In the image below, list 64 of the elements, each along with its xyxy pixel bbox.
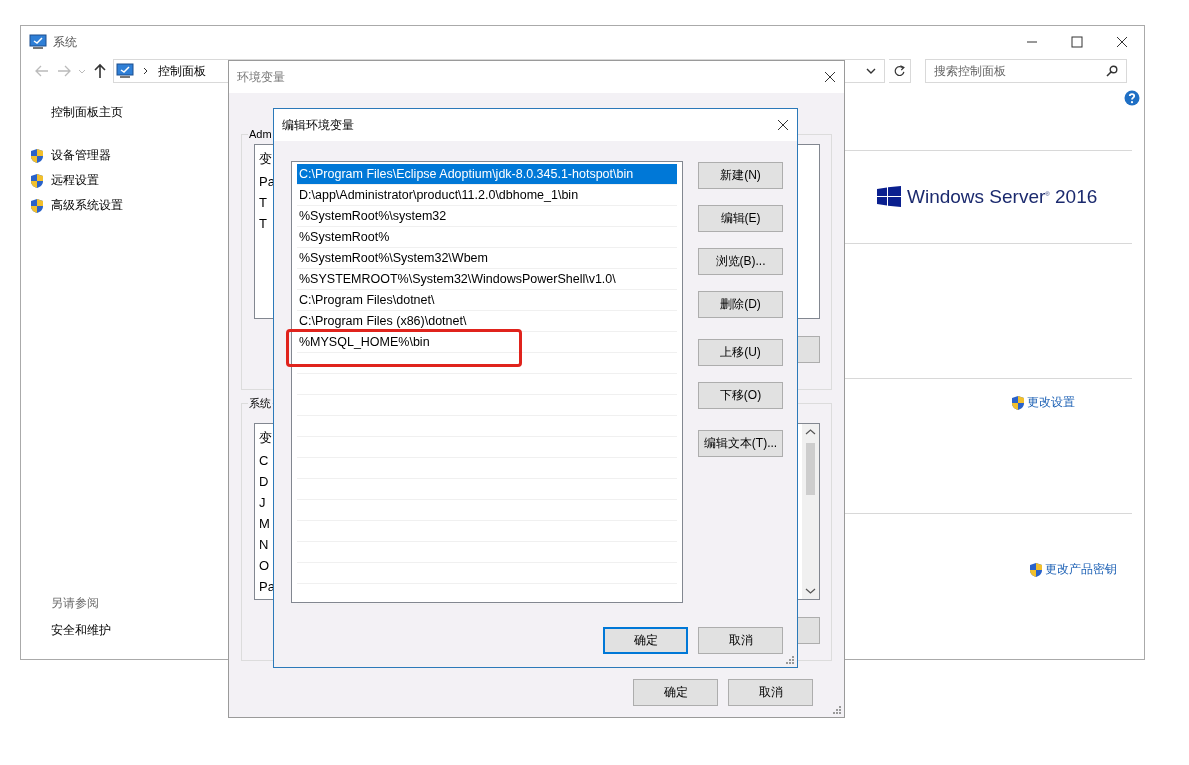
path-entry[interactable]: D:\app\Administrator\product\11.2.0\dbhome_1\bin [297,185,581,205]
search-field[interactable]: 搜索控制面板 [925,59,1127,83]
group-label: 系统 [248,396,272,411]
list-item[interactable]: O [259,555,270,576]
path-entry[interactable]: C:\Program Files (x86)\dotnet\ [297,311,469,331]
side-button[interactable]: 编辑文本(T)... [698,430,783,457]
side-button[interactable]: 删除(D) [698,291,783,318]
monitor-icon [116,63,134,79]
change-settings-link[interactable]: 更改设置 [1010,394,1075,411]
dropdown-icon[interactable] [866,67,876,75]
edition-name: Windows Server$^{®}$ 2016 [907,186,1098,208]
group-label: Adm [248,128,273,140]
shield-icon [29,197,45,214]
side-button[interactable]: 下移(O) [698,382,783,409]
sidebar-link[interactable]: 安全和维护 [51,622,111,639]
list-item[interactable]: J [259,492,266,513]
window-title: 系统 [53,33,77,51]
shield-icon [29,172,45,189]
monitor-icon [29,34,47,50]
close-icon[interactable] [824,71,836,83]
dialog-button[interactable]: 确定 [603,627,688,654]
list-item[interactable]: D [259,471,269,492]
path-entry[interactable]: %SystemRoot%\system32 [297,206,449,226]
shield-icon [29,147,45,164]
shield-icon [1010,394,1026,411]
side-button[interactable]: 上移(U) [698,339,783,366]
resize-grip-icon[interactable] [832,705,842,715]
side-button[interactable]: 浏览(B)... [698,248,783,275]
column-header: 变 [259,150,272,168]
list-item[interactable]: N [259,534,269,555]
scrollbar[interactable] [802,424,819,599]
close-icon[interactable] [777,119,789,131]
change-product-key-link[interactable]: 更改产品密钥 [1028,561,1117,578]
scroll-thumb[interactable] [806,443,815,495]
path-entry[interactable]: %SystemRoot%\System32\Wbem [297,248,490,268]
window-title: 环境变量 [237,68,285,86]
section-heading: 另请参阅 [51,595,99,612]
sidebar-link[interactable]: 远程设置 [51,172,99,189]
path-entry[interactable]: %SYSTEMROOT%\System32\WindowsPowerShell\v1.0\ [297,269,618,289]
list-item[interactable]: M [259,513,270,534]
chevron-icon [142,67,150,75]
list-item[interactable]: T [259,192,267,213]
path-entry[interactable]: C:\Program Files\dotnet\ [297,290,437,310]
path-entry[interactable]: C:\Program Files\Eclipse Adoptium\jdk-8.0.345.1-hotspot\bin [297,164,677,184]
path-entry[interactable]: %SystemRoot% [297,227,392,247]
list-item[interactable]: T [259,213,267,234]
side-button[interactable]: 编辑(E) [698,205,783,232]
shield-icon [1028,561,1044,578]
sidebar-link[interactable]: 设备管理器 [51,147,111,164]
side-button[interactable]: 新建(N) [698,162,783,189]
refresh-icon[interactable] [889,59,911,83]
dialog-button[interactable]: 取消 [698,627,783,654]
dialog-button[interactable]: 确定 [633,679,718,706]
breadcrumb[interactable]: 控制面板 [158,62,206,80]
sidebar-link[interactable]: 控制面板主页 [51,104,123,121]
resize-grip-icon[interactable] [785,655,795,665]
sidebar-link[interactable]: 高级系统设置 [51,197,123,214]
dialog-title: 编辑环境变量 [282,116,354,134]
dialog-button[interactable]: 取消 [728,679,813,706]
search-icon[interactable] [1106,65,1118,77]
column-header: 变 [259,429,272,447]
windows-logo-icon [877,186,901,208]
list-item[interactable]: C [259,450,269,471]
help-icon[interactable] [1124,90,1140,106]
